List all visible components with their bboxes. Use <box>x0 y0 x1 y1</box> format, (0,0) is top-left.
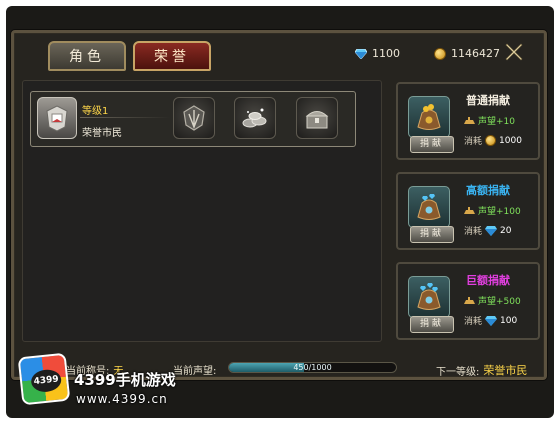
honor-badge-slot-coins[interactable] <box>234 97 276 139</box>
honor-badge-slot-shield[interactable] <box>173 97 215 139</box>
diamond-icon <box>485 315 498 326</box>
donate-button-huge[interactable]: 捐献 <box>410 316 454 333</box>
honor-level: 等级1 <box>82 106 109 117</box>
gold-coin-icon <box>434 47 446 60</box>
reputation-progress-bar: 450/1000 <box>228 362 397 373</box>
honor-badge-slot-chest[interactable] <box>296 97 338 139</box>
honor-badge-icon <box>46 105 68 132</box>
diamond-icon <box>485 225 498 236</box>
treasure-chest-icon <box>305 111 329 129</box>
next-level: 下一等级: 荣誉市民 <box>436 364 528 378</box>
diamond-money-bag-icon <box>408 186 450 228</box>
donate-button-normal[interactable]: 捐献 <box>410 136 454 153</box>
shield-emblem-icon <box>183 105 205 131</box>
reputation-gain: 声望+100 <box>464 204 521 217</box>
close-button[interactable] <box>503 42 525 64</box>
gold-money-bag-icon <box>408 96 450 138</box>
donation-card-high: 高额捐献 声望+100 消耗 20 捐献 <box>396 172 540 250</box>
donation-cost: 消耗 100 <box>464 315 518 327</box>
donation-cost: 消耗 1000 <box>464 135 522 147</box>
4399-logo: 4399 <box>17 352 71 406</box>
reputation-icon <box>464 297 475 304</box>
gold-counter: 1146427 <box>434 47 500 60</box>
close-icon <box>505 43 523 61</box>
watermark: 4399 4399手机游戏 www.4399.cn <box>17 352 196 415</box>
donation-title: 巨额捐献 <box>466 274 510 287</box>
diamond-amount: 1100 <box>372 47 400 60</box>
tab-role[interactable]: 角色 <box>48 41 126 71</box>
reputation-icon <box>464 207 475 214</box>
honor-rank: 荣誉市民 <box>82 128 122 139</box>
silver-coins-icon <box>242 108 267 128</box>
diamond-money-bag-icon <box>408 276 450 318</box>
donate-button-high[interactable]: 捐献 <box>410 226 454 243</box>
donation-card-huge: 巨额捐献 声望+500 消耗 100 捐献 <box>396 262 540 340</box>
diamond-counter: 1100 <box>355 47 400 60</box>
reputation-gain: 声望+10 <box>464 114 515 127</box>
reputation-icon <box>464 117 475 124</box>
donation-card-normal: 普通捐献 声望+10 消耗 1000 捐献 <box>396 82 540 160</box>
watermark-url: www.4399.cn <box>76 392 168 406</box>
donation-title: 高额捐献 <box>466 184 510 197</box>
donation-cost: 消耗 20 <box>464 225 512 237</box>
tab-honor[interactable]: 荣誉 <box>133 41 211 71</box>
level-divider <box>80 117 170 118</box>
gold-coin-icon <box>485 135 497 146</box>
reputation-gain: 声望+500 <box>464 294 521 307</box>
gold-amount: 1146427 <box>451 47 500 60</box>
watermark-title: 4399手机游戏 <box>74 371 176 389</box>
diamond-icon <box>355 48 367 59</box>
donation-title: 普通捐献 <box>466 94 510 107</box>
current-honor-badge[interactable] <box>37 97 77 139</box>
reputation-progress-text: 450/1000 <box>293 363 332 372</box>
